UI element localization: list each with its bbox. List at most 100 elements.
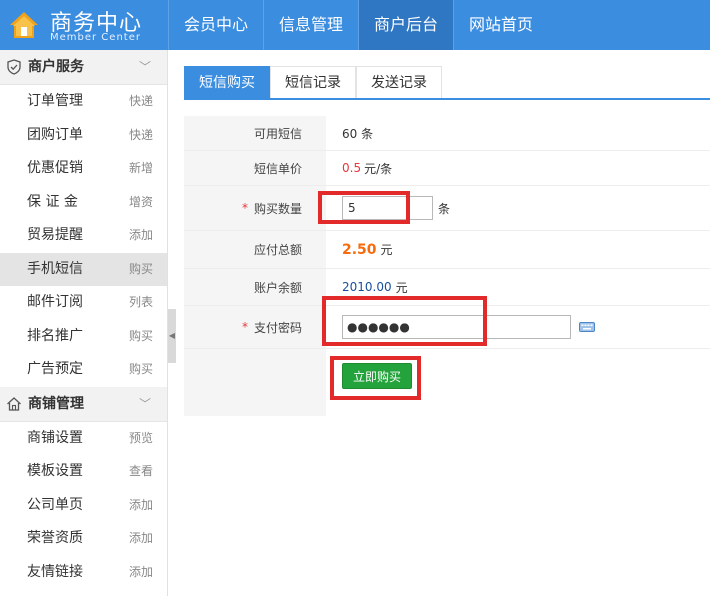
sidebar-item-ranking-promotion[interactable]: 排名推广 购买 (0, 320, 167, 354)
sidebar-item-tag[interactable]: 列表 (129, 286, 153, 320)
row-balance: 账户余额 2010.00 元 (184, 269, 710, 306)
sidebar-item-label: 模板设置 (27, 463, 83, 479)
balance-unit: 元 (395, 280, 408, 295)
row-total: 应付总额 2.50 元 (184, 231, 710, 269)
required-mark: * (241, 320, 248, 334)
row-password: * 支付密码 (184, 306, 710, 349)
keyboard-icon[interactable] (579, 321, 595, 333)
sidebar-item-tag[interactable]: 快递 (129, 85, 153, 119)
sidebar: 商户服务 ﹀ 订单管理 快递 团购订单 快递 优惠促销 新增 保 证 金 增资 … (0, 50, 168, 596)
sidebar-item-tag[interactable]: 购买 (129, 320, 153, 354)
required-mark: * (241, 201, 248, 215)
top-header: 商务中心 Member Center 会员中心 信息管理 商户后台 网站首页 (0, 0, 710, 50)
sidebar-item-company-pages[interactable]: 公司单页 添加 (0, 489, 167, 523)
sidebar-item-tag[interactable]: 查看 (129, 455, 153, 489)
sidebar-section-merchant-services[interactable]: 商户服务 ﹀ (0, 50, 167, 85)
sidebar-item-shop-settings[interactable]: 商铺设置 预览 (0, 422, 167, 456)
tab-send-records[interactable]: 发送记录 (356, 66, 442, 98)
nav-info-management[interactable]: 信息管理 (263, 0, 358, 50)
tab-sms-records[interactable]: 短信记录 (270, 66, 356, 98)
balance-value-cell: 2010.00 元 (326, 269, 710, 305)
row-available-sms: 可用短信 60 条 (184, 116, 710, 151)
quantity-label: 购买数量 (253, 201, 302, 216)
sidebar-item-promotions[interactable]: 优惠促销 新增 (0, 152, 167, 186)
submit-label-cell (184, 349, 326, 416)
app: 商务中心 Member Center 会员中心 信息管理 商户后台 网站首页 商… (0, 0, 710, 596)
sidebar-item-email-subscription[interactable]: 邮件订阅 列表 (0, 286, 167, 320)
sidebar-item-label: 贸易提醒 (27, 227, 83, 243)
quantity-label-cell: * 购买数量 (184, 186, 326, 230)
sidebar-item-group-orders[interactable]: 团购订单 快递 (0, 119, 167, 153)
balance-label: 账户余额 (184, 269, 326, 305)
sms-price-value: 0.5 元/条 (326, 151, 710, 185)
sidebar-section-title: 商户服务 (28, 59, 84, 75)
sidebar-item-tag[interactable]: 添加 (129, 556, 153, 590)
buy-now-button[interactable]: 立即购买 (342, 363, 413, 389)
password-label-cell: * 支付密码 (184, 306, 326, 348)
sidebar-item-ad-booking[interactable]: 广告预定 购买 (0, 353, 167, 387)
sidebar-section-shop-management[interactable]: 商铺管理 ﹀ (0, 386, 167, 422)
available-sms-value: 60 条 (342, 126, 374, 141)
sidebar-item-tag[interactable]: 快递 (129, 119, 153, 153)
sidebar-item-label: 广告预定 (27, 361, 83, 377)
sidebar-item-label: 保 证 金 (27, 193, 78, 210)
tab-bar: 短信购买 短信记录 发送记录 (184, 66, 710, 100)
chevron-down-icon: ﹀ (138, 396, 151, 411)
sidebar-item-tag[interactable]: 购买 (129, 253, 153, 287)
sidebar-item-orders[interactable]: 订单管理 快递 (0, 85, 167, 119)
row-submit: 立即购买 (184, 349, 710, 416)
logo[interactable]: 商务中心 Member Center (0, 0, 168, 50)
row-quantity: * 购买数量 条 (184, 186, 710, 231)
nav-member-center[interactable]: 会员中心 (168, 0, 263, 50)
sidebar-item-honors[interactable]: 荣誉资质 添加 (0, 522, 167, 556)
quantity-value-cell: 条 (326, 186, 710, 230)
total-label: 应付总额 (184, 231, 326, 268)
total-amount: 2.50 (342, 241, 377, 258)
total-unit: 元 (380, 243, 393, 257)
balance-amount: 2010.00 (342, 280, 392, 294)
sms-price-number: 0.5 (342, 161, 362, 175)
sidebar-item-label: 订单管理 (27, 93, 83, 109)
sidebar-item-label: 邮件订阅 (27, 294, 83, 310)
sidebar-item-tag[interactable]: 添加 (129, 219, 153, 253)
house-logo-icon (10, 12, 38, 38)
payment-password-input[interactable] (342, 315, 571, 339)
purchase-form: 可用短信 60 条 短信单价 0.5 元/条 * 购买数量 条 应付总额 2.5… (184, 116, 710, 416)
password-value-cell (326, 306, 710, 348)
sidebar-item-label: 荣誉资质 (27, 530, 83, 546)
sidebar-item-trade-alerts[interactable]: 贸易提醒 添加 (0, 219, 167, 253)
sidebar-item-tag[interactable]: 预览 (129, 422, 153, 456)
sidebar-collapse-handle[interactable]: ◀ (168, 309, 176, 363)
sidebar-item-deposit[interactable]: 保 证 金 增资 (0, 186, 167, 220)
sidebar-section-title: 商铺管理 (28, 395, 84, 412)
sidebar-item-label: 优惠促销 (27, 160, 83, 176)
row-sms-price: 短信单价 0.5 元/条 (184, 151, 710, 186)
quantity-input[interactable] (342, 196, 433, 220)
sidebar-item-tag[interactable]: 添加 (129, 489, 153, 523)
nav-merchant-backend[interactable]: 商户后台 (358, 0, 454, 50)
sidebar-item-sms[interactable]: 手机短信 购买 (0, 252, 167, 287)
sidebar-item-template-settings[interactable]: 模板设置 查看 (0, 455, 167, 489)
sidebar-item-tag[interactable]: 新增 (129, 152, 153, 186)
tab-sms-purchase[interactable]: 短信购买 (184, 66, 270, 98)
sidebar-item-label: 友情链接 (27, 563, 83, 580)
sms-price-unit: 元/条 (364, 161, 393, 176)
chevron-down-icon: ﹀ (138, 60, 151, 74)
home-icon (7, 396, 21, 411)
top-nav: 会员中心 信息管理 商户后台 网站首页 (168, 0, 548, 50)
submit-cell: 立即购买 (326, 349, 710, 416)
sidebar-item-friend-links[interactable]: 友情链接 添加 (0, 556, 167, 590)
sidebar-item-tag[interactable]: 购买 (129, 353, 153, 387)
nav-site-home[interactable]: 网站首页 (453, 0, 548, 50)
total-value-cell: 2.50 元 (326, 231, 710, 268)
sidebar-item-tag[interactable]: 添加 (129, 522, 153, 556)
sidebar-item-tag[interactable]: 增资 (129, 186, 153, 220)
password-label: 支付密码 (253, 320, 302, 335)
logo-subtitle: Member Center (50, 32, 141, 43)
sidebar-item-label: 公司单页 (27, 496, 83, 513)
sidebar-item-label: 商铺设置 (27, 429, 83, 446)
sms-price-label: 短信单价 (184, 151, 326, 185)
sidebar-item-label: 排名推广 (27, 327, 83, 344)
sidebar-item-label: 团购订单 (27, 126, 83, 143)
shield-icon (7, 59, 21, 75)
